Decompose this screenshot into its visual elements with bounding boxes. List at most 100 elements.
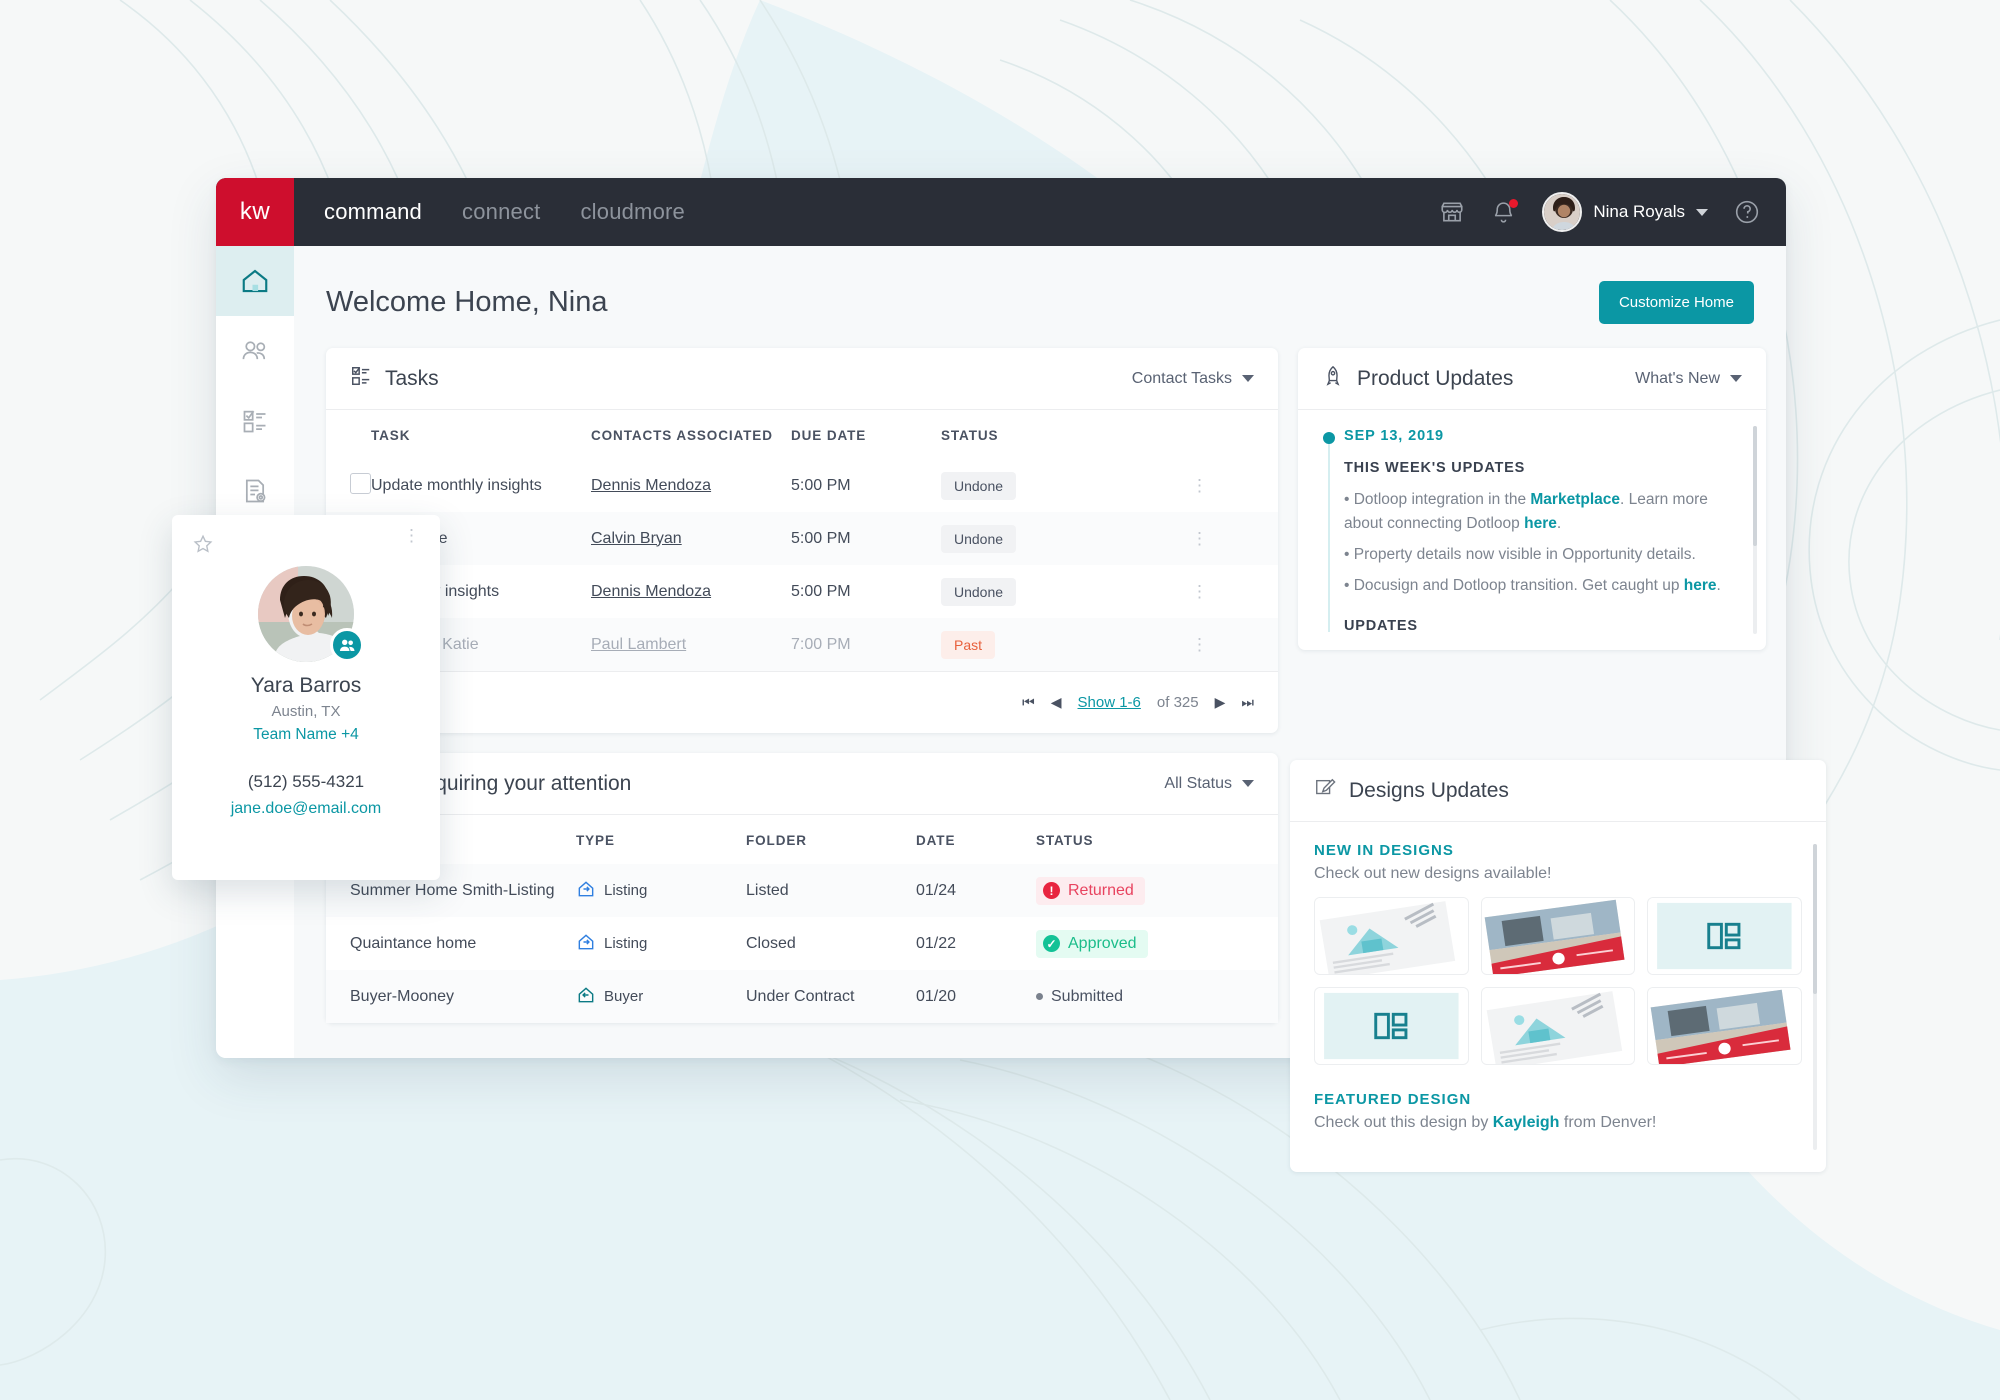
status-badge: ✓ Approved bbox=[1036, 929, 1148, 958]
rocket-icon bbox=[1322, 365, 1344, 393]
design-thumbnail[interactable] bbox=[1647, 987, 1802, 1065]
row-menu-icon[interactable]: ⋮ bbox=[1121, 530, 1278, 547]
checklist-icon bbox=[350, 365, 372, 393]
row-menu-icon[interactable]: ⋮ bbox=[1121, 583, 1278, 600]
status-badge: ! Returned bbox=[1036, 876, 1145, 905]
update-item: • Docusign and Dotloop transition. Get c… bbox=[1344, 577, 1721, 595]
row-menu-icon[interactable]: ⋮ bbox=[1121, 477, 1278, 494]
opp-col-status: STATUS bbox=[1036, 833, 1094, 848]
kw-logo-text: kw bbox=[239, 198, 271, 225]
chevron-down-icon bbox=[1730, 375, 1742, 382]
contact-avatar-wrap bbox=[192, 566, 420, 662]
bell-icon[interactable] bbox=[1491, 198, 1519, 225]
featured-sub-pre: Check out this design by bbox=[1314, 1114, 1493, 1131]
tasks-table: TASK CONTACTS ASSOCIATED DUE DATE STATUS… bbox=[326, 410, 1278, 671]
design-thumbnail-placeholder[interactable] bbox=[1314, 987, 1469, 1065]
marketplace-link[interactable]: Marketplace bbox=[1530, 491, 1620, 508]
opp-type: Buyer bbox=[604, 988, 644, 1005]
buyer-arrow-icon bbox=[576, 985, 596, 1009]
table-row[interactable]: Update monthly insights Dennis Mendoza 5… bbox=[326, 459, 1278, 512]
tasks-col-status: STATUS bbox=[941, 428, 999, 443]
scrollbar-thumb[interactable] bbox=[1753, 426, 1757, 546]
contact-email[interactable]: jane.doe@email.com bbox=[192, 800, 420, 818]
tasks-title-text: Tasks bbox=[385, 366, 439, 390]
user-name: Nina Royals bbox=[1593, 202, 1685, 221]
here-link[interactable]: here bbox=[1684, 577, 1717, 594]
listing-arrow-icon bbox=[576, 879, 596, 903]
here-link[interactable]: here bbox=[1524, 515, 1557, 532]
product-updates-filter[interactable]: What's New bbox=[1635, 370, 1742, 388]
opportunities-filter-dropdown[interactable]: All Status bbox=[1164, 775, 1254, 793]
nav-link-cloudmore[interactable]: cloudmore bbox=[580, 199, 685, 225]
featured-design-sub: Check out this design by Kayleigh from D… bbox=[1314, 1114, 1802, 1132]
task-due: 7:00 PM bbox=[791, 635, 851, 653]
page-total: of 325 bbox=[1156, 694, 1199, 711]
scrollbar-thumb[interactable] bbox=[1813, 844, 1817, 994]
opportunities-table: TYPE FOLDER DATE STATUS Summer Home Smit… bbox=[326, 815, 1278, 1023]
help-circle-icon[interactable] bbox=[1734, 199, 1760, 225]
customize-home-button[interactable]: Customize Home bbox=[1598, 280, 1754, 324]
opp-col-date: DATE bbox=[916, 833, 956, 848]
task-contact[interactable]: Paul Lambert bbox=[591, 636, 686, 653]
table-row[interactable]: e monthly insights Dennis Mendoza 5:00 P… bbox=[326, 565, 1278, 618]
design-thumbnail[interactable] bbox=[1314, 897, 1469, 975]
nav-link-command[interactable]: command bbox=[324, 199, 422, 225]
design-thumbnail-placeholder[interactable] bbox=[1647, 897, 1802, 975]
status-badge: Undone bbox=[941, 577, 1017, 606]
opp-name: Buyer-Mooney bbox=[350, 987, 455, 1005]
chevron-down-icon bbox=[1242, 375, 1254, 382]
product-updates-card: Product Updates What's New SEP 13, 2019 … bbox=[1298, 348, 1766, 650]
opp-type: Listing bbox=[604, 935, 648, 952]
user-menu[interactable]: Nina Royals bbox=[1542, 192, 1708, 232]
last-page-icon[interactable]: ⏭ bbox=[1241, 694, 1254, 711]
new-in-designs-sub: Check out new designs available! bbox=[1314, 865, 1552, 882]
design-thumbnail[interactable] bbox=[1480, 987, 1636, 1065]
task-contact[interactable]: Dennis Mendoza bbox=[591, 583, 711, 600]
table-row[interactable]: wishes to Katie Paul Lambert 7:00 PM Pas… bbox=[326, 618, 1278, 671]
notification-badge bbox=[1509, 198, 1519, 208]
tasks-filter-dropdown[interactable]: Contact Tasks bbox=[1132, 370, 1254, 388]
contact-location: Austin, TX bbox=[271, 703, 341, 720]
table-row[interactable]: Buyer-Mooney Buyer Under Contract 01/20 … bbox=[326, 970, 1278, 1023]
opportunities-card-header: unities requiring your attention All Sta… bbox=[326, 753, 1278, 815]
contact-phone: (512) 555-4321 bbox=[247, 772, 365, 791]
status-badge: Undone bbox=[941, 471, 1017, 500]
design-icon bbox=[1314, 777, 1336, 805]
page-range[interactable]: Show 1-6 bbox=[1078, 694, 1141, 711]
opp-date: 01/22 bbox=[916, 934, 957, 952]
product-updates-title: Product Updates bbox=[1322, 365, 1513, 393]
opportunities-filter-label: All Status bbox=[1164, 774, 1232, 792]
prev-page-icon[interactable]: ◀ bbox=[1051, 694, 1062, 711]
task-contact[interactable]: Dennis Mendoza bbox=[591, 477, 711, 494]
task-checkbox[interactable] bbox=[350, 472, 371, 494]
kebab-icon[interactable]: ⋮ bbox=[403, 527, 420, 544]
next-page-icon[interactable]: ▶ bbox=[1215, 694, 1226, 711]
product-updates-filter-label: What's New bbox=[1635, 369, 1720, 387]
sidebar-item-tasks[interactable] bbox=[216, 386, 294, 456]
task-due: 5:00 PM bbox=[791, 582, 851, 600]
star-icon[interactable] bbox=[192, 533, 214, 560]
alert-icon: ! bbox=[1043, 882, 1060, 899]
designs-thumbnail-grid bbox=[1314, 897, 1802, 1065]
opportunities-card: unities requiring your attention All Sta… bbox=[326, 753, 1278, 1023]
featured-sub-post: from Denver! bbox=[1559, 1114, 1657, 1131]
timeline-rail bbox=[1328, 438, 1330, 632]
store-icon[interactable] bbox=[1439, 199, 1465, 225]
tasks-filter-label: Contact Tasks bbox=[1131, 369, 1232, 387]
task-contact[interactable]: Calvin Bryan bbox=[591, 530, 682, 547]
nav-link-connect[interactable]: connect bbox=[462, 199, 540, 225]
table-row[interactable]: Josh Cane Calvin Bryan 5:00 PM Undone ⋮ bbox=[326, 512, 1278, 565]
featured-author-link[interactable]: Kayleigh bbox=[1493, 1114, 1560, 1131]
sidebar-item-home[interactable] bbox=[216, 246, 294, 316]
first-page-icon[interactable]: ⏮ bbox=[1022, 694, 1035, 711]
sidebar-item-contacts[interactable] bbox=[216, 316, 294, 386]
update-date: SEP 13, 2019 bbox=[1344, 428, 1445, 444]
design-thumbnail[interactable] bbox=[1480, 897, 1636, 975]
kw-logo[interactable]: kw bbox=[216, 178, 294, 246]
contact-team[interactable]: Team Name +4 bbox=[192, 726, 420, 744]
row-menu-icon[interactable]: ⋮ bbox=[1121, 636, 1278, 653]
table-row[interactable]: Summer Home Smith-Listing Listing Listed… bbox=[326, 864, 1278, 917]
opportunities-table-body: Summer Home Smith-Listing Listing Listed… bbox=[326, 864, 1278, 1023]
table-row[interactable]: Quaintance home Listing Closed 01/22 ✓ A… bbox=[326, 917, 1278, 970]
update-section-heading: UPDATES bbox=[1344, 618, 1418, 635]
